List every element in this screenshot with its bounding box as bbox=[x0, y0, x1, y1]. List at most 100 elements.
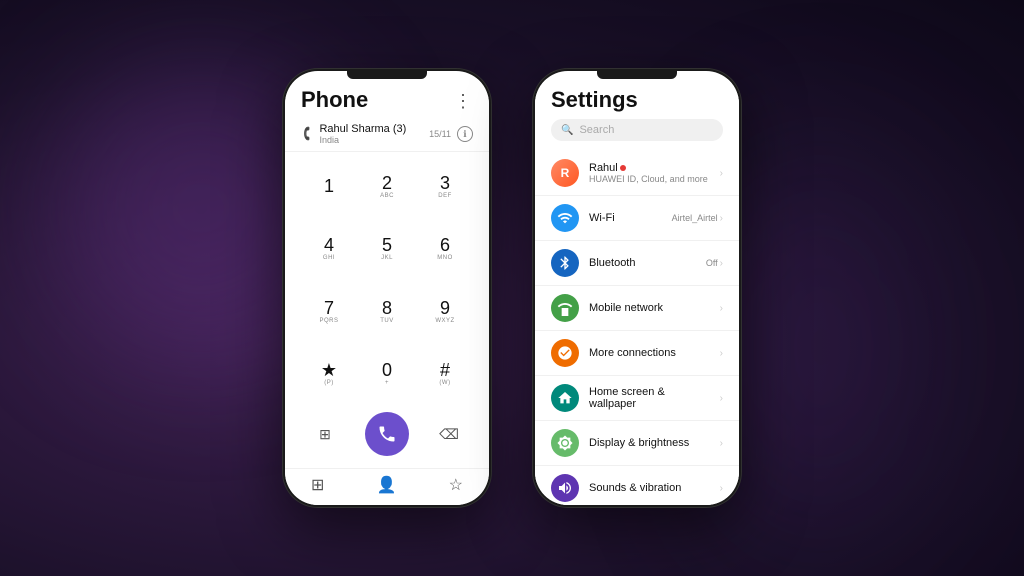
dial-key-8[interactable]: 8 TUV bbox=[359, 281, 415, 342]
phones-container: Phone ⋮ 📞 Rahul Sharma (3) India 15/11 ℹ bbox=[282, 68, 742, 508]
search-input[interactable]: Search bbox=[579, 124, 614, 136]
phone-notch-left bbox=[347, 71, 427, 79]
phone-app-title: Phone bbox=[301, 87, 368, 113]
dial-key-5[interactable]: 5 JKL bbox=[359, 219, 415, 280]
phone-device-left: Phone ⋮ 📞 Rahul Sharma (3) India 15/11 ℹ bbox=[282, 68, 492, 508]
settings-header: Settings 🔍 Search bbox=[535, 79, 739, 151]
phone-device-right: Settings 🔍 Search R Rahul bbox=[532, 68, 742, 508]
connections-info: More connections bbox=[589, 347, 710, 359]
settings-homescreen-item[interactable]: Home screen & wallpaper › bbox=[535, 376, 739, 421]
chevron-icon: › bbox=[720, 213, 723, 224]
bluetooth-info: Bluetooth bbox=[589, 257, 696, 269]
missed-call-icon: 📞 bbox=[299, 126, 316, 143]
settings-sounds-item[interactable]: Sounds & vibration › bbox=[535, 466, 739, 505]
profile-subtitle: HUAWEI ID, Cloud, and more bbox=[589, 174, 710, 184]
call-button[interactable] bbox=[365, 412, 409, 456]
dial-key-0[interactable]: 0 + bbox=[359, 344, 415, 405]
chevron-icon: › bbox=[720, 348, 723, 359]
mobile-title: Mobile network bbox=[589, 302, 710, 314]
mobile-right: › bbox=[720, 303, 723, 314]
call-info: Rahul Sharma (3) India bbox=[319, 123, 406, 145]
dial-key-star[interactable]: ★ (P) bbox=[301, 344, 357, 405]
settings-app: Settings 🔍 Search R Rahul bbox=[535, 79, 739, 505]
sounds-info: Sounds & vibration bbox=[589, 482, 710, 494]
dial-key-2[interactable]: 2 ABC bbox=[359, 156, 415, 217]
dial-key-7[interactable]: 7 PQRS bbox=[301, 281, 357, 342]
display-icon bbox=[551, 429, 579, 457]
chevron-icon: › bbox=[720, 303, 723, 314]
dialpad: 1 2 ABC 3 DEF 4 GHI bbox=[285, 152, 489, 468]
profile-avatar: R bbox=[551, 159, 579, 187]
display-right: › bbox=[720, 438, 723, 449]
display-title: Display & brightness bbox=[589, 437, 710, 449]
wifi-right: Airtel_Airtel › bbox=[672, 213, 723, 224]
nav-recents[interactable]: 👤 bbox=[377, 475, 397, 495]
dial-key-4[interactable]: 4 GHI bbox=[301, 219, 357, 280]
settings-list: R Rahul HUAWEI ID, Cloud, and more › bbox=[535, 151, 739, 505]
dial-key-6[interactable]: 6 MNO bbox=[417, 219, 473, 280]
phone-screen-right: Settings 🔍 Search R Rahul bbox=[535, 71, 739, 505]
call-left: 📞 Rahul Sharma (3) India bbox=[301, 123, 406, 145]
profile-notification-dot bbox=[620, 165, 626, 171]
wifi-icon bbox=[551, 204, 579, 232]
dial-key-hash[interactable]: # (W) bbox=[417, 344, 473, 405]
chevron-icon: › bbox=[720, 258, 723, 269]
settings-mobile-item[interactable]: Mobile network › bbox=[535, 286, 739, 331]
settings-bluetooth-item[interactable]: Bluetooth Off › bbox=[535, 241, 739, 286]
phone-menu-button[interactable]: ⋮ bbox=[454, 91, 473, 112]
dialpad-grid: 1 2 ABC 3 DEF 4 GHI bbox=[301, 156, 473, 404]
phone-bottom-nav: ⊞ 👤 ☆ bbox=[285, 468, 489, 505]
bluetooth-right: Off › bbox=[706, 258, 723, 269]
homescreen-icon bbox=[551, 384, 579, 412]
wifi-value: Airtel_Airtel bbox=[672, 213, 718, 223]
dial-key-9[interactable]: 9 WXYZ bbox=[417, 281, 473, 342]
caller-name: Rahul Sharma (3) bbox=[319, 123, 406, 135]
search-icon: 🔍 bbox=[561, 125, 573, 136]
wifi-info: Wi-Fi bbox=[589, 212, 662, 224]
caller-country: India bbox=[319, 135, 406, 145]
contacts-button[interactable]: ⊞ bbox=[309, 418, 341, 450]
phone-screen-left: Phone ⋮ 📞 Rahul Sharma (3) India 15/11 ℹ bbox=[285, 71, 489, 505]
bluetooth-icon bbox=[551, 249, 579, 277]
settings-profile-item[interactable]: R Rahul HUAWEI ID, Cloud, and more › bbox=[535, 151, 739, 196]
homescreen-title: Home screen & wallpaper bbox=[589, 386, 710, 410]
profile-chevron: › bbox=[720, 168, 723, 179]
settings-connections-item[interactable]: More connections › bbox=[535, 331, 739, 376]
call-info-button[interactable]: ℹ bbox=[457, 126, 473, 142]
mobile-network-icon bbox=[551, 294, 579, 322]
phone-app-header: Phone ⋮ bbox=[285, 79, 489, 117]
nav-favorites[interactable]: ☆ bbox=[449, 475, 463, 495]
homescreen-info: Home screen & wallpaper bbox=[589, 386, 710, 410]
wifi-title: Wi-Fi bbox=[589, 212, 662, 224]
phone-app: Phone ⋮ 📞 Rahul Sharma (3) India 15/11 ℹ bbox=[285, 79, 489, 505]
recent-call-item[interactable]: 📞 Rahul Sharma (3) India 15/11 ℹ bbox=[285, 117, 489, 152]
sounds-right: › bbox=[720, 483, 723, 494]
profile-info: Rahul HUAWEI ID, Cloud, and more bbox=[589, 162, 710, 184]
bluetooth-title: Bluetooth bbox=[589, 257, 696, 269]
chevron-icon: › bbox=[720, 483, 723, 494]
settings-search-bar[interactable]: 🔍 Search bbox=[551, 119, 723, 141]
display-info: Display & brightness bbox=[589, 437, 710, 449]
mobile-info: Mobile network bbox=[589, 302, 710, 314]
call-right: 15/11 ℹ bbox=[429, 126, 473, 142]
nav-dialpad[interactable]: ⊞ bbox=[311, 475, 324, 495]
dial-key-3[interactable]: 3 DEF bbox=[417, 156, 473, 217]
call-count: 15/11 bbox=[429, 129, 451, 139]
chevron-icon: › bbox=[720, 168, 723, 179]
connections-icon bbox=[551, 339, 579, 367]
sounds-icon bbox=[551, 474, 579, 502]
settings-display-item[interactable]: Display & brightness › bbox=[535, 421, 739, 466]
phone-notch-right bbox=[597, 71, 677, 79]
dial-actions: ⊞ ⌫ bbox=[301, 408, 473, 460]
connections-right: › bbox=[720, 348, 723, 359]
sounds-title: Sounds & vibration bbox=[589, 482, 710, 494]
profile-name: Rahul bbox=[589, 162, 710, 174]
delete-button[interactable]: ⌫ bbox=[433, 418, 465, 450]
dial-key-1[interactable]: 1 bbox=[301, 156, 357, 217]
settings-title: Settings bbox=[551, 87, 723, 113]
chevron-icon: › bbox=[720, 438, 723, 449]
settings-wifi-item[interactable]: Wi-Fi Airtel_Airtel › bbox=[535, 196, 739, 241]
bluetooth-value: Off bbox=[706, 258, 718, 268]
chevron-icon: › bbox=[720, 393, 723, 404]
homescreen-right: › bbox=[720, 393, 723, 404]
